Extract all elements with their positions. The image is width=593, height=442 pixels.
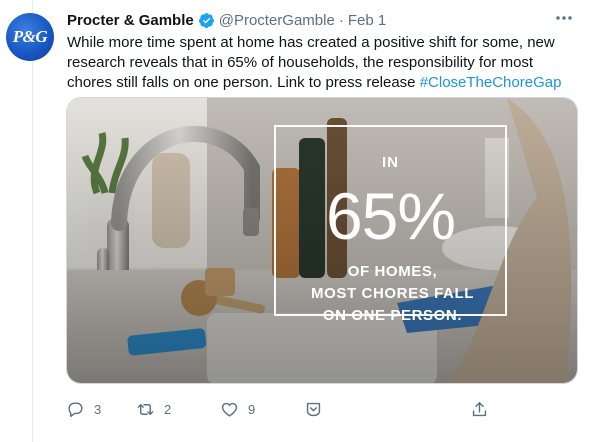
stat-overlay-percent: 65% xyxy=(325,179,456,253)
stat-overlay-frame: IN 65% OF HOMES, MOST CHORES FALL ON ONE… xyxy=(274,125,507,324)
tweet-text: While more time spent at home has create… xyxy=(67,33,579,93)
tweet-header: Procter & Gamble @ProcterGamble · Feb 1 xyxy=(67,10,386,30)
stat-overlay-in: IN xyxy=(382,154,399,171)
retweet-icon xyxy=(137,404,154,415)
avatar[interactable]: P&G xyxy=(6,13,54,61)
reply-button[interactable]: 3 xyxy=(66,400,101,419)
stat-overlay-line3: ON ONE PERSON. xyxy=(322,307,463,324)
reply-count: 3 xyxy=(94,402,102,417)
display-name[interactable]: Procter & Gamble xyxy=(67,12,194,29)
thread-line xyxy=(32,0,33,442)
stat-overlay-line1: OF HOMES, xyxy=(347,263,438,280)
like-count: 9 xyxy=(248,402,256,417)
heart-icon xyxy=(221,402,238,417)
more-options-icon[interactable] xyxy=(554,11,574,25)
share-button[interactable] xyxy=(470,400,489,419)
user-handle[interactable]: @ProcterGamble xyxy=(219,12,335,29)
save-icon xyxy=(306,402,321,417)
tweet-actions-bar: 3 2 9 xyxy=(66,400,578,420)
tweet-date[interactable]: Feb 1 xyxy=(348,12,386,29)
stat-overlay-line2: MOST CHORES FALL xyxy=(311,285,474,302)
retweet-button[interactable]: 2 xyxy=(136,400,171,419)
avatar-logo-text: P&G xyxy=(12,27,48,46)
share-icon xyxy=(472,402,487,417)
reply-icon xyxy=(68,402,83,417)
like-button[interactable]: 9 xyxy=(220,400,255,419)
hashtag-link[interactable]: #CloseTheChoreGap xyxy=(420,74,562,91)
separator-dot: · xyxy=(338,11,344,29)
tweet-media-image[interactable]: IN 65% OF HOMES, MOST CHORES FALL ON ONE… xyxy=(66,97,578,384)
save-button[interactable] xyxy=(304,400,323,419)
retweet-count: 2 xyxy=(164,402,172,417)
verified-badge-icon xyxy=(198,12,215,29)
